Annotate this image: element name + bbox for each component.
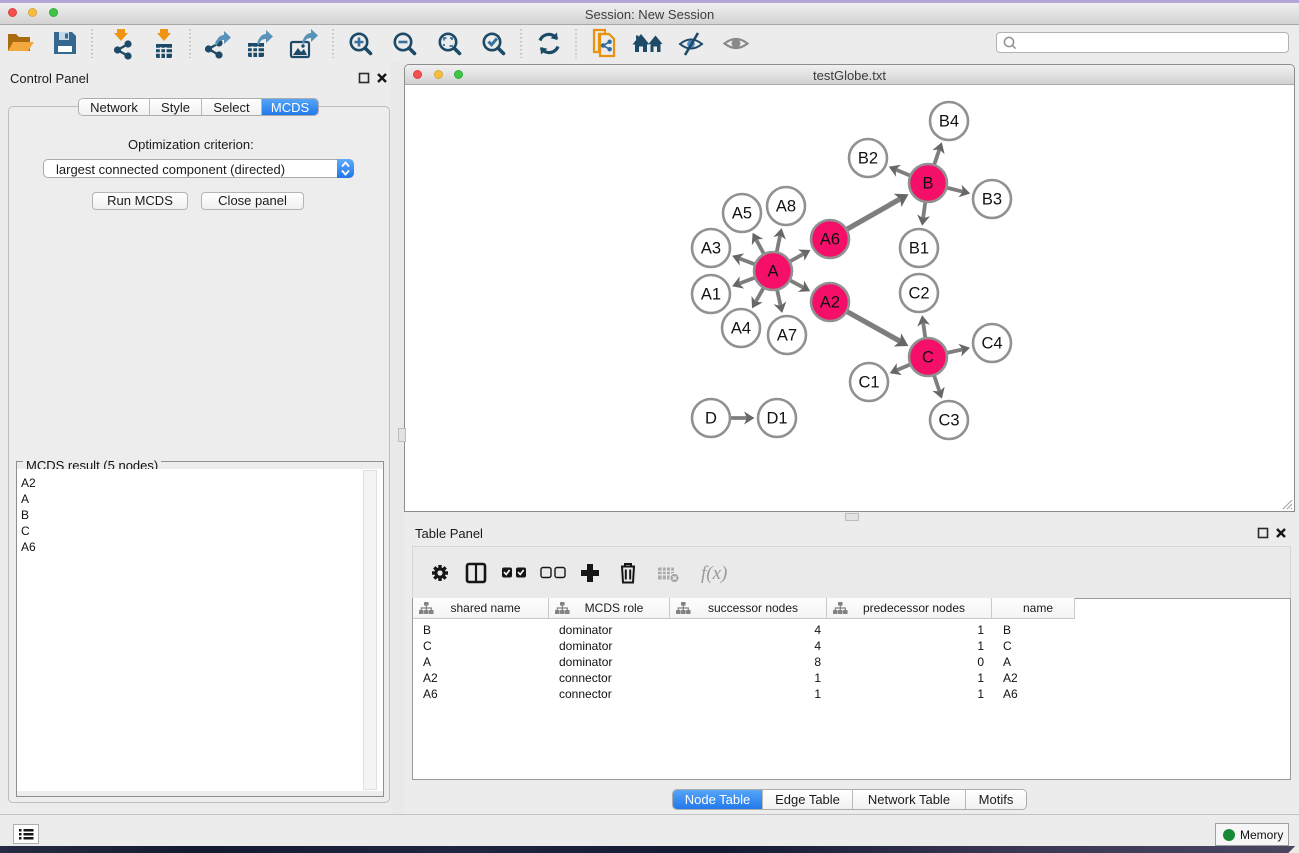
svg-text:f(x): f(x) [701, 563, 727, 584]
svg-text:A2: A2 [820, 294, 840, 312]
svg-text:D1: D1 [766, 410, 787, 428]
svg-text:B4: B4 [939, 113, 959, 131]
svg-text:D: D [705, 410, 717, 428]
svg-text:A4: A4 [731, 320, 751, 338]
svg-text:A3: A3 [701, 240, 721, 258]
svg-text:C1: C1 [858, 374, 879, 392]
svg-text:A: A [767, 263, 778, 281]
svg-text:B: B [922, 175, 933, 193]
svg-text:C2: C2 [908, 285, 929, 303]
svg-text:A6: A6 [820, 231, 840, 249]
svg-text:A8: A8 [776, 198, 796, 216]
svg-text:B1: B1 [909, 240, 929, 258]
svg-text:C: C [922, 349, 934, 367]
svg-text:C4: C4 [981, 335, 1002, 353]
svg-text:B2: B2 [858, 150, 878, 168]
svg-text:A1: A1 [701, 286, 721, 304]
svg-text:C3: C3 [938, 412, 959, 430]
svg-text:B3: B3 [982, 191, 1002, 209]
svg-text:A5: A5 [732, 205, 752, 223]
svg-text:A7: A7 [777, 327, 797, 345]
